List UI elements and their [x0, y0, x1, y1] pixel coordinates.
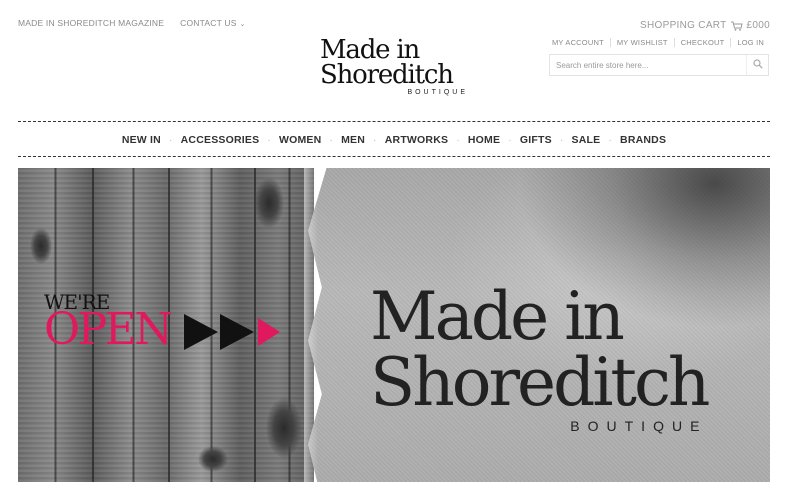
nav-separator: ·: [456, 134, 460, 146]
wood-knot: [266, 398, 302, 458]
account-links: MY ACCOUNT MY WISHLIST CHECKOUT LOG IN: [546, 38, 770, 47]
nav-separator: ·: [329, 134, 334, 146]
nav-item-artworks[interactable]: ARTWORKS: [385, 134, 448, 146]
magazine-link[interactable]: MADE IN SHOREDITCH MAGAZINE: [18, 18, 164, 28]
nav-separator: ·: [608, 134, 613, 146]
nav-item-brands[interactable]: BRANDS: [620, 134, 666, 146]
checkout-link[interactable]: CHECKOUT: [673, 38, 731, 47]
nav-divider-bottom: [18, 156, 770, 157]
shopping-cart-link[interactable]: SHOPPING CART £000: [640, 20, 770, 31]
nav-item-new-in[interactable]: NEW IN: [122, 134, 161, 146]
hero-banner[interactable]: WE'RE OPEN Made in Shoreditch BOUTIQUE: [18, 168, 770, 482]
my-wishlist-link[interactable]: MY WISHLIST: [609, 38, 674, 47]
log-in-link[interactable]: LOG IN: [730, 38, 770, 47]
nav-divider-top: [18, 121, 770, 122]
site-logo[interactable]: Made in Shoreditch BOUTIQUE: [320, 37, 480, 96]
cart-label: SHOPPING CART: [640, 20, 727, 31]
banner-title-line-1: Made in: [370, 278, 625, 355]
main-nav: NEW IN · ACCESSORIES · WOMEN · MEN · ART…: [18, 134, 770, 146]
search-icon: [752, 56, 763, 74]
logo-line-2: Shoreditch: [320, 60, 454, 90]
torn-edge: [304, 168, 318, 482]
nav-separator: ·: [508, 134, 512, 146]
nav-separator: ·: [267, 134, 271, 146]
chevron-down-icon: ⌄: [239, 21, 246, 28]
cart-amount: £000: [746, 20, 770, 31]
banner-title: Made in Shoreditch BOUTIQUE: [370, 278, 710, 435]
search-input[interactable]: [550, 55, 746, 75]
wood-knot: [198, 446, 228, 472]
logo-line-3: BOUTIQUE: [407, 89, 468, 96]
nav-item-sale[interactable]: SALE: [572, 134, 601, 146]
banner-title-line-2: Shoreditch: [370, 344, 710, 421]
nav-item-accessories[interactable]: ACCESSORIES: [181, 134, 260, 146]
contact-us-menu[interactable]: CONTACT US ⌄: [180, 18, 246, 28]
nav-separator: ·: [559, 134, 564, 146]
wood-knot: [254, 178, 284, 228]
topbar-left: MADE IN SHOREDITCH MAGAZINE CONTACT US ⌄: [18, 18, 246, 28]
my-account-link[interactable]: MY ACCOUNT: [546, 38, 610, 47]
nav-item-gifts[interactable]: GIFTS: [520, 134, 552, 146]
wood-knot: [30, 228, 52, 264]
shopping-cart-icon: [730, 21, 743, 31]
contact-us-label: CONTACT US: [180, 18, 237, 28]
nav-item-women[interactable]: WOMEN: [279, 134, 321, 146]
nav-separator: ·: [373, 134, 377, 146]
play-arrows-icon: [184, 310, 294, 359]
nav-separator: ·: [168, 134, 173, 146]
banner-open-text: OPEN: [44, 304, 173, 355]
search-button[interactable]: [746, 55, 768, 75]
search-box: [549, 54, 769, 76]
nav-item-men[interactable]: MEN: [341, 134, 365, 146]
nav-item-home[interactable]: HOME: [468, 134, 500, 146]
